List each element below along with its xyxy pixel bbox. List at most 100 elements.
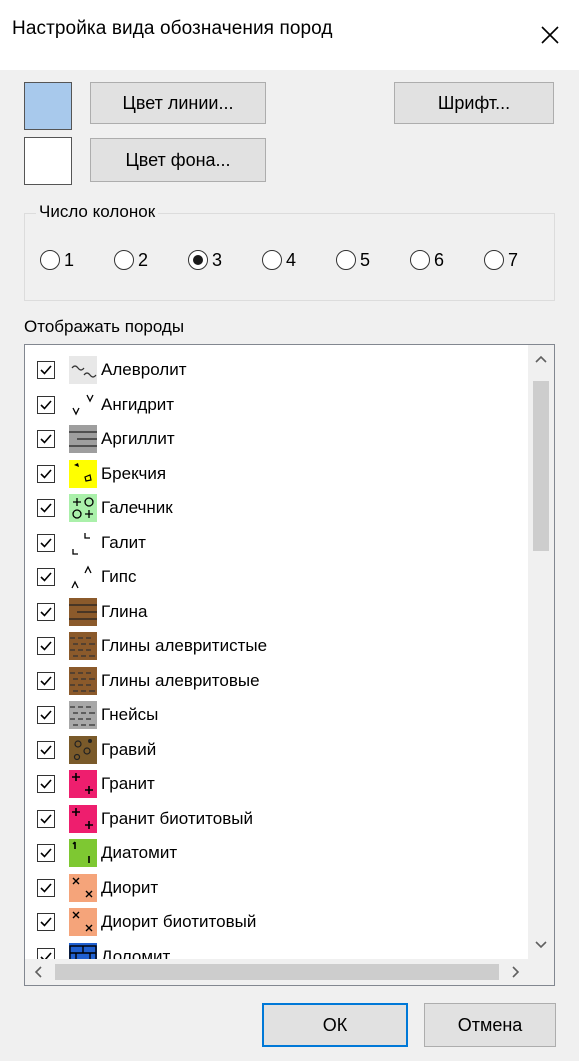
rock-list-item[interactable]: Гранит биотитовый [25, 802, 529, 836]
rock-name: Гипс [101, 567, 137, 586]
rock-list-item[interactable]: Брекчия [25, 457, 529, 491]
rock-checkbox[interactable] [37, 775, 55, 793]
radio-label: 7 [508, 249, 519, 270]
columns-radio-6[interactable]: 6 [410, 246, 444, 274]
rock-pattern-icon [69, 942, 97, 959]
rock-checkbox[interactable] [37, 878, 55, 897]
checkmark-icon [40, 572, 52, 582]
checkmark-icon [40, 537, 52, 548]
rock-list-item[interactable]: Глина [25, 595, 529, 629]
rock-name: Галит [101, 532, 146, 552]
rock-list-item[interactable]: Алевролит [25, 353, 529, 387]
close-button[interactable] [521, 0, 579, 70]
columns-radio-7[interactable]: 7 [484, 246, 518, 274]
checkmark-icon [40, 882, 52, 893]
rock-name: Доломит [101, 946, 171, 960]
rock-name: Брекчия [101, 463, 167, 483]
rock-list-item[interactable]: Диатомит [25, 836, 529, 870]
horizontal-scrollbar[interactable] [25, 959, 529, 985]
radio-button-circle[interactable] [410, 250, 430, 270]
rock-name: Алевролит [101, 360, 187, 379]
rock-pattern-icon [69, 908, 97, 936]
rocks-list[interactable]: Алевролит Ангидрит Аргиллит Брекчия Галечник… [24, 344, 555, 986]
rock-pattern-icon [69, 735, 97, 764]
rock-checkbox[interactable] [37, 913, 55, 931]
rock-checkbox[interactable] [37, 740, 55, 759]
rock-checkbox[interactable] [37, 430, 55, 448]
checkmark-icon [40, 468, 52, 479]
font-button[interactable]: Шрифт... [394, 82, 554, 124]
vertical-scroll-thumb[interactable] [533, 381, 549, 551]
radio-label: 4 [286, 249, 297, 270]
radio-button-circle[interactable] [40, 250, 60, 270]
rock-list-item[interactable]: Глины алевритистые [25, 629, 529, 663]
line-color-button[interactable]: Цвет линии... [90, 82, 266, 124]
rock-pattern-icon [69, 770, 97, 798]
close-icon [541, 26, 559, 44]
rock-list-item[interactable]: Галечник [25, 491, 529, 525]
rock-list-item[interactable]: Диорит биотитовый [25, 905, 529, 939]
rock-checkbox[interactable] [37, 568, 55, 586]
rock-list-item[interactable]: Аргиллит [25, 422, 529, 456]
columns-radio-1[interactable]: 1 [40, 246, 74, 274]
rock-name: Гравий [101, 739, 157, 759]
background-color-swatch [24, 137, 72, 185]
scroll-left-button[interactable] [25, 959, 51, 985]
rock-pattern-icon [69, 425, 97, 453]
checkmark-icon [40, 917, 52, 927]
radio-button-circle[interactable] [262, 250, 282, 270]
horizontal-scroll-thumb[interactable] [55, 964, 499, 980]
chevron-up-icon [535, 355, 547, 363]
columns-radio-2[interactable]: 2 [114, 246, 148, 274]
checkmark-icon [40, 641, 52, 651]
rock-checkbox[interactable] [37, 844, 55, 862]
rock-pattern-icon [69, 666, 97, 695]
radio-button-circle[interactable] [336, 250, 356, 270]
scroll-right-button[interactable] [503, 959, 529, 985]
columns-radio-5[interactable]: 5 [336, 246, 370, 274]
rock-name: Ангидрит [101, 394, 175, 414]
rock-name: Диорит [101, 877, 159, 897]
cancel-button[interactable]: Отмена [424, 1003, 556, 1047]
rock-list-item[interactable]: Гнейсы [25, 698, 529, 732]
columns-radio-4[interactable]: 4 [262, 246, 296, 274]
rock-checkbox[interactable] [37, 499, 55, 517]
checkmark-icon [40, 710, 52, 720]
rock-checkbox[interactable] [37, 395, 55, 414]
rock-checkbox[interactable] [37, 361, 55, 379]
rock-list-item[interactable]: Галит [25, 526, 529, 560]
ok-button[interactable]: ОК [262, 1003, 408, 1047]
background-color-button[interactable]: Цвет фона... [90, 138, 266, 182]
radio-button-circle[interactable] [188, 250, 208, 270]
radio-selected-dot [193, 255, 203, 265]
rock-list-item[interactable]: Глины алевритовые [25, 664, 529, 698]
rock-checkbox[interactable] [37, 464, 55, 483]
radio-label: 1 [64, 249, 75, 270]
rock-checkbox[interactable] [37, 671, 55, 690]
rock-list-item[interactable]: Гипс [25, 560, 529, 594]
rock-checkbox[interactable] [37, 533, 55, 552]
rock-pattern-icon [69, 597, 97, 626]
rock-list-item[interactable]: Ангидрит [25, 388, 529, 422]
rock-list-item[interactable]: Диорит [25, 871, 529, 905]
rock-list-item[interactable]: Доломит [25, 940, 529, 960]
rock-list-item[interactable]: Гравий [25, 733, 529, 767]
radio-button-circle[interactable] [484, 250, 504, 270]
rock-pattern-icon [69, 494, 97, 522]
scroll-down-button[interactable] [528, 931, 554, 959]
title-bar: Настройка вида обозначения пород [0, 0, 579, 70]
rock-checkbox[interactable] [37, 809, 55, 828]
rock-pattern-icon [69, 528, 97, 557]
rock-checkbox[interactable] [37, 637, 55, 655]
rock-checkbox[interactable] [37, 706, 55, 724]
rock-list-item[interactable]: Гранит [25, 767, 529, 801]
radio-button-circle[interactable] [114, 250, 134, 270]
rock-checkbox[interactable] [37, 602, 55, 621]
rock-name: Аргиллит [101, 429, 175, 448]
vertical-scrollbar[interactable] [528, 345, 554, 959]
rock-name: Диорит биотитовый [101, 912, 257, 931]
rock-name: Гнейсы [101, 705, 159, 724]
rock-checkbox[interactable] [37, 947, 55, 959]
columns-radio-3[interactable]: 3 [188, 246, 222, 274]
scroll-up-button[interactable] [528, 345, 554, 373]
